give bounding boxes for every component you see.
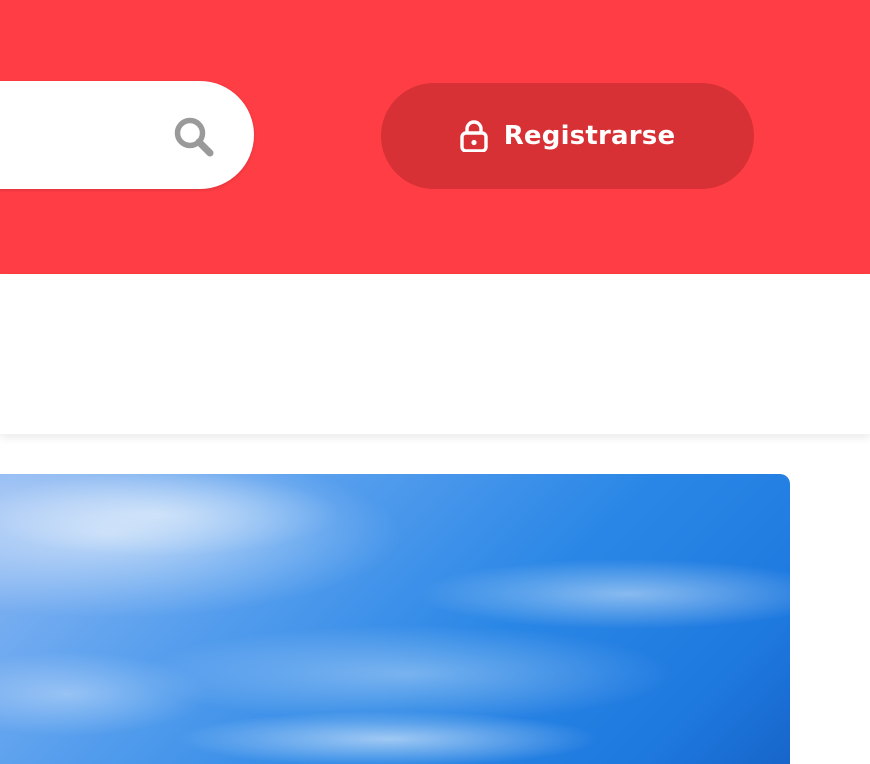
register-button-label: Registrarse	[503, 121, 676, 151]
page: Registrarse	[0, 0, 870, 764]
top-header-bar: Registrarse	[0, 0, 870, 274]
lock-icon	[460, 120, 488, 152]
hero-sky-image	[0, 474, 790, 764]
search-box	[0, 81, 254, 189]
search-icon[interactable]	[172, 115, 216, 159]
register-button[interactable]: Registrarse	[381, 83, 754, 189]
navigation-bar	[0, 274, 870, 434]
search-input[interactable]	[0, 81, 170, 189]
